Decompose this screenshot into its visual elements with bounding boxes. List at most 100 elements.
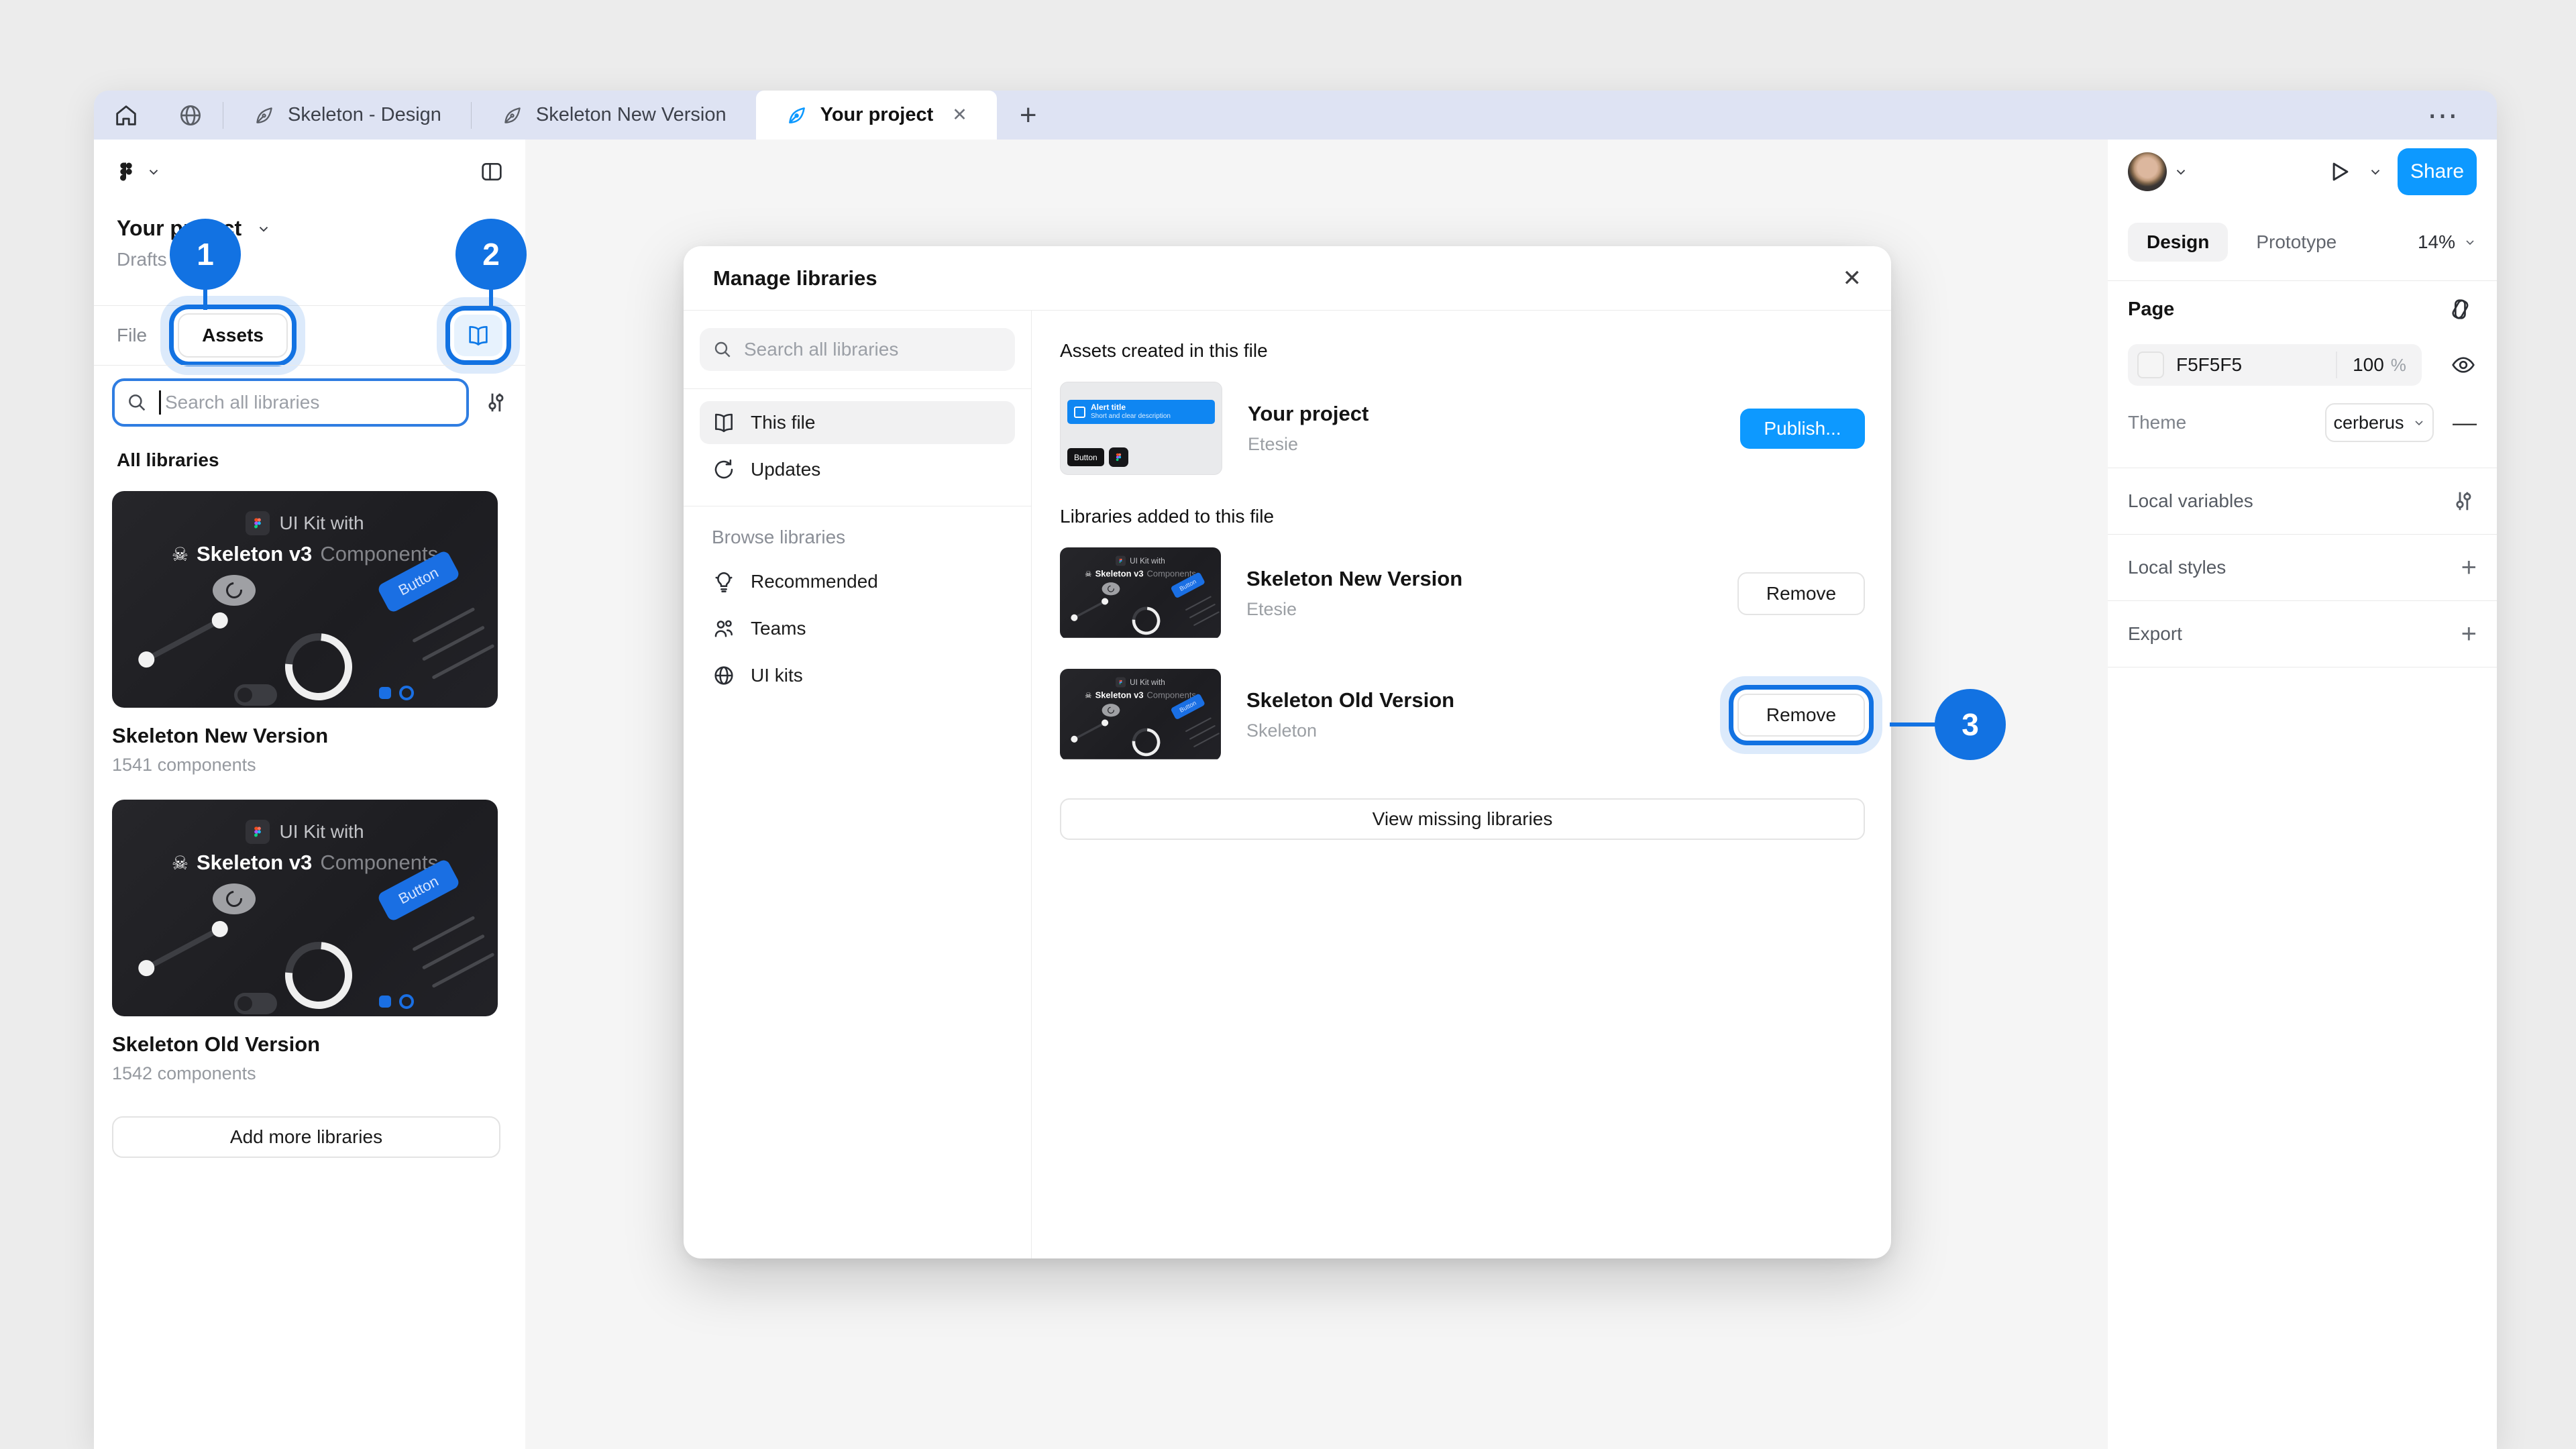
nav-label: Teams xyxy=(751,618,806,639)
filter-button[interactable] xyxy=(482,389,509,416)
more-menu-button[interactable]: ⋯ xyxy=(2392,91,2497,140)
avatar[interactable] xyxy=(2128,152,2167,191)
figma-app-screenshot: Skeleton - Design Skeleton New Version Y… xyxy=(0,0,2576,1449)
file-icon xyxy=(786,104,808,127)
modal-search-input[interactable] xyxy=(744,339,1003,360)
alert-desc: Short and clear description xyxy=(1091,413,1171,421)
checkbox-component xyxy=(379,994,414,1009)
zoom-level: 14% xyxy=(2418,231,2455,253)
library-title: Skeleton Old Version xyxy=(1246,688,1454,712)
library-card-skeleton-new-version[interactable]: UI Kit with ☠Skeleton v3Components Butto… xyxy=(112,491,498,775)
thumb-line1: UI Kit with xyxy=(1130,678,1165,686)
close-icon[interactable]: ✕ xyxy=(1843,265,1862,292)
community-button[interactable] xyxy=(158,91,223,140)
thumb-line1: UI Kit with xyxy=(279,821,364,843)
thumb-brand: Skeleton v3 xyxy=(1095,690,1144,700)
chevron-down-icon[interactable] xyxy=(2368,164,2383,179)
people-icon xyxy=(712,616,736,641)
tab-your-project[interactable]: Your project ✕ xyxy=(756,91,997,140)
section-label: Local styles xyxy=(2128,557,2226,578)
section-label: Export xyxy=(2128,623,2182,645)
modal-search[interactable] xyxy=(700,328,1015,371)
search-icon xyxy=(125,391,148,414)
skull-icon: ☠ xyxy=(1085,690,1091,700)
figma-logo-icon xyxy=(1116,678,1126,688)
library-button[interactable] xyxy=(454,315,502,356)
chevron-down-icon xyxy=(256,221,271,236)
zoom-menu[interactable]: 14% xyxy=(2418,231,2477,253)
opacity-value: 100 xyxy=(2353,354,2384,376)
divider xyxy=(94,365,525,366)
add-style-button[interactable]: + xyxy=(2461,553,2477,583)
opacity-field[interactable]: 100 % xyxy=(2337,354,2422,376)
nav-teams[interactable]: Teams xyxy=(700,607,1015,650)
slider-component xyxy=(143,616,223,663)
modal-header: Manage libraries ✕ xyxy=(684,246,1891,311)
library-thumbnail: UI Kit with ☠Skeleton v3Components Butto… xyxy=(112,800,498,1016)
toggle-panel-button[interactable] xyxy=(478,158,505,185)
figma-logo-icon xyxy=(1109,447,1128,467)
theme-dropdown[interactable]: cerberus xyxy=(2325,403,2434,442)
nav-updates[interactable]: Updates xyxy=(700,448,1015,491)
variables-icon[interactable] xyxy=(2450,488,2477,515)
tab-skeleton-new-version[interactable]: Skeleton New Version xyxy=(472,91,756,140)
chevron-down-icon[interactable] xyxy=(2174,164,2188,179)
avatar-component xyxy=(1102,582,1120,595)
tab-design[interactable]: Design xyxy=(2128,223,2228,262)
tab-prototype[interactable]: Prototype xyxy=(2256,231,2337,253)
sidebar-tabs: File Assets xyxy=(94,306,525,365)
remove-button-skeleton-new-version[interactable]: Remove xyxy=(1737,572,1865,615)
chevron-down-icon xyxy=(2412,416,2426,429)
sidebar-search-row xyxy=(112,378,509,427)
right-panel: Share Design Prototype 14% Page xyxy=(2108,140,2497,1449)
theme-label: Theme xyxy=(2128,412,2186,433)
view-missing-libraries-button[interactable]: View missing libraries xyxy=(1060,798,1865,840)
new-tab-button[interactable]: + xyxy=(997,91,1060,140)
percent-sign: % xyxy=(2391,355,2406,376)
home-icon xyxy=(113,102,140,129)
asset-title: Your project xyxy=(1248,402,1368,426)
add-export-button[interactable]: + xyxy=(2461,619,2477,649)
tab-label: Skeleton New Version xyxy=(536,104,727,126)
share-button[interactable]: Share xyxy=(2398,148,2477,195)
home-button[interactable] xyxy=(94,91,158,140)
page-label: Page xyxy=(2128,299,2174,321)
skull-icon: ☠ xyxy=(172,543,189,566)
tab-assets[interactable]: Assets xyxy=(178,313,288,358)
globe-icon xyxy=(712,663,736,688)
library-card-skeleton-old-version[interactable]: UI Kit with ☠Skeleton v3Components Butto… xyxy=(112,800,498,1084)
publish-button[interactable]: Publish... xyxy=(1740,409,1865,449)
thumb-brand: Skeleton v3 xyxy=(197,542,312,566)
modal-nav: This file Updates Browse libraries Recom… xyxy=(684,311,1032,1258)
file-icon xyxy=(253,104,276,127)
nav-ui-kits[interactable]: UI kits xyxy=(700,654,1015,697)
present-button[interactable] xyxy=(2325,158,2353,186)
tab-skeleton-design[interactable]: Skeleton - Design xyxy=(223,91,471,140)
library-row-skeleton-new-version: UI Kit with ☠Skeleton v3Components Butto… xyxy=(1060,547,1865,639)
slider-component xyxy=(1073,721,1106,741)
alert-component: Alert title Short and clear description xyxy=(1067,400,1215,424)
nav-this-file[interactable]: This file xyxy=(700,401,1015,444)
modal-main: Assets created in this file Alert title … xyxy=(1032,311,1891,1258)
library-title: Skeleton New Version xyxy=(1246,567,1462,591)
eye-icon[interactable] xyxy=(2450,352,2477,378)
modal-body: This file Updates Browse libraries Recom… xyxy=(684,311,1891,1258)
text-caret xyxy=(159,390,161,415)
remove-button-skeleton-old-version[interactable]: Remove xyxy=(1737,694,1865,737)
figma-logo-icon xyxy=(1116,556,1126,566)
color-hex-value[interactable]: F5F5F5 xyxy=(2176,354,2242,376)
styles-swatch-icon[interactable] xyxy=(2450,296,2477,323)
tab-file[interactable]: File xyxy=(117,325,147,346)
nav-recommended[interactable]: Recommended xyxy=(700,560,1015,603)
color-swatch[interactable] xyxy=(2137,352,2164,378)
add-more-libraries-button[interactable]: Add more libraries xyxy=(112,1116,500,1158)
remove-theme-button[interactable]: — xyxy=(2453,409,2477,437)
skull-icon: ☠ xyxy=(172,852,189,874)
close-icon[interactable]: ✕ xyxy=(952,105,967,125)
avatar-component xyxy=(1102,704,1120,716)
main-menu-button[interactable] xyxy=(114,160,161,184)
page-color-row: F5F5F5 100 % xyxy=(2128,344,2477,386)
search-input[interactable] xyxy=(165,392,455,413)
library-search[interactable] xyxy=(112,378,469,427)
file-asset-row: Alert title Short and clear description … xyxy=(1060,382,1865,475)
